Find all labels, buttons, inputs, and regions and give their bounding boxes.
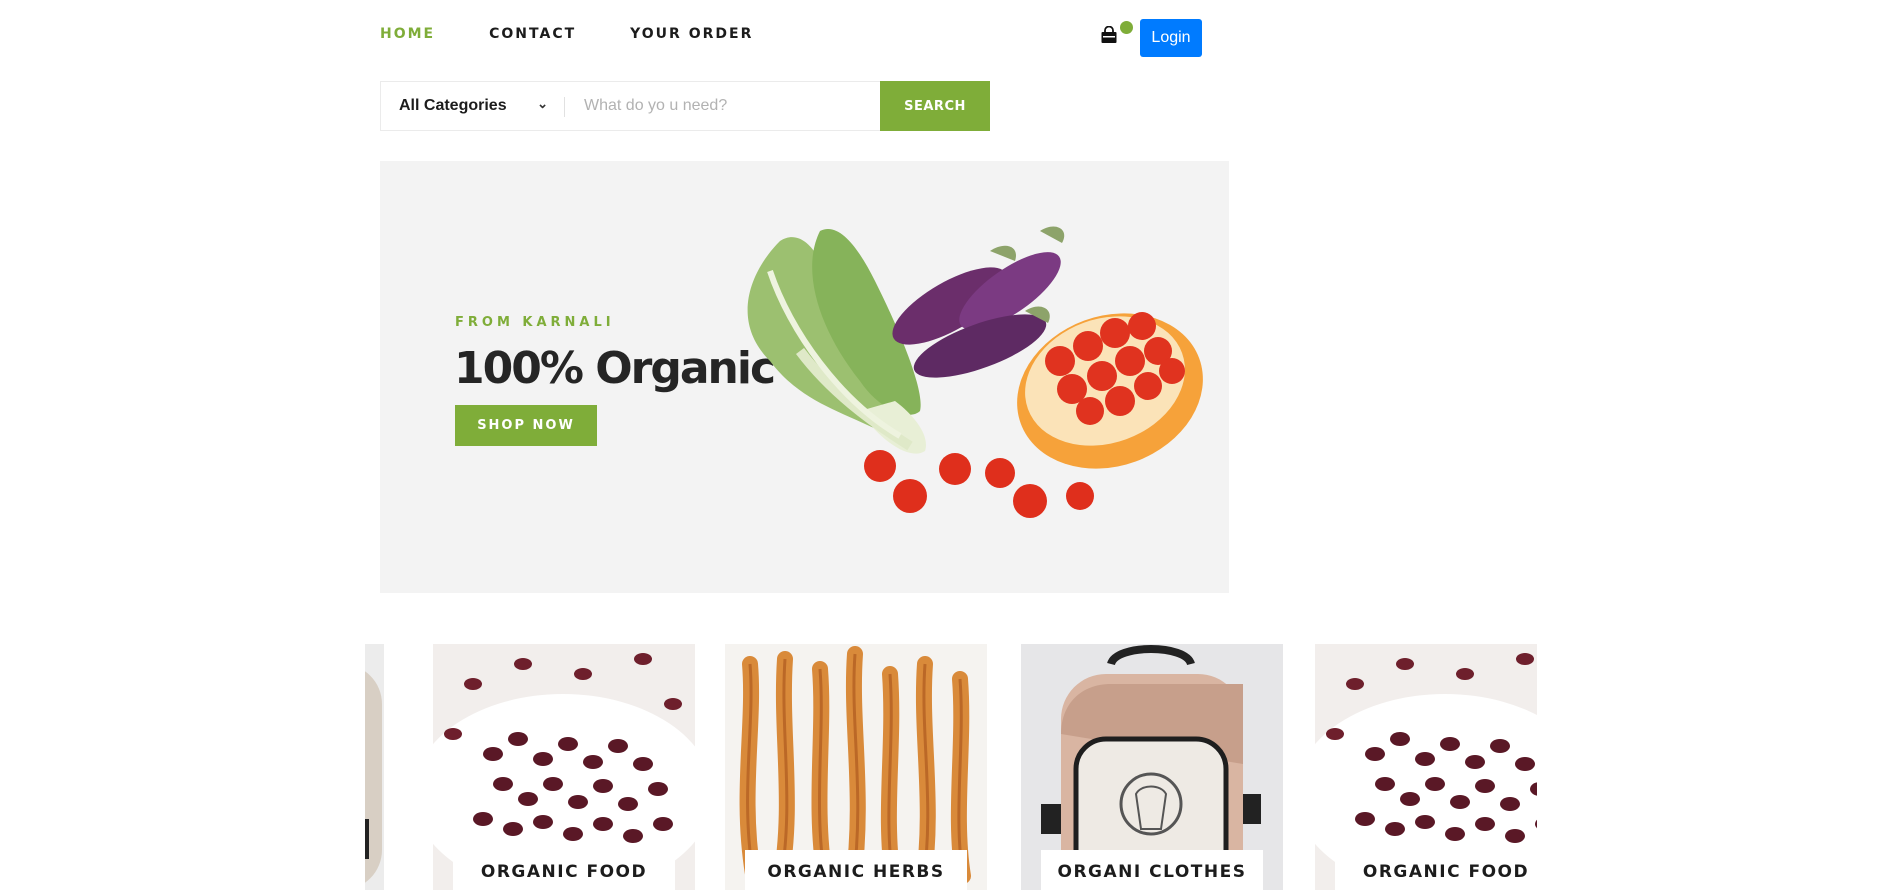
vegetables-image (747, 226, 1203, 518)
search-bar: All Categories ⌄ SEARCH (380, 81, 990, 131)
category-label: ORGANIC HERBS (745, 850, 967, 890)
divider (564, 97, 565, 117)
nav-your-order-link[interactable]: YOUR ORDER (630, 26, 753, 42)
category-dropdown[interactable]: All Categories ⌄ (381, 82, 564, 130)
category-carousel: ORGANIC FOOD ORGANIC HERBS ORGANI CLOTHE… (365, 644, 1537, 890)
search-button[interactable]: SEARCH (880, 81, 990, 131)
category-label: ORGANI CLOTHES (1041, 850, 1263, 890)
hero-banner: FROM KARNALI 100% Organic SHOP NOW (380, 161, 1229, 593)
shop-now-button[interactable]: SHOP NOW (455, 405, 597, 446)
cart-badge (1120, 21, 1133, 34)
category-label: ORGANIC FOOD (1335, 850, 1537, 890)
category-card[interactable]: ORGANIC FOOD (1315, 644, 1537, 890)
main-nav: HOME CONTACT YOUR ORDER (380, 26, 807, 42)
hero-kicker: FROM KARNALI (455, 315, 615, 330)
category-label: All Categories (399, 97, 507, 114)
login-button[interactable]: Login (1140, 19, 1202, 57)
shopping-bag-icon (1101, 26, 1117, 43)
category-card[interactable]: ORGANI CLOTHES (1021, 644, 1283, 890)
category-card[interactable] (365, 644, 384, 890)
nav-home-link[interactable]: HOME (380, 26, 435, 42)
category-label: ORGANIC FOOD (453, 850, 675, 890)
search-input[interactable] (564, 81, 880, 131)
nav-contact-link[interactable]: CONTACT (489, 26, 576, 42)
chevron-down-icon: ⌄ (537, 96, 548, 111)
category-card[interactable]: ORGANIC FOOD (433, 644, 695, 890)
backpack-image (365, 644, 384, 890)
category-card[interactable]: ORGANIC HERBS (725, 644, 987, 890)
cart-button[interactable] (1100, 21, 1133, 48)
